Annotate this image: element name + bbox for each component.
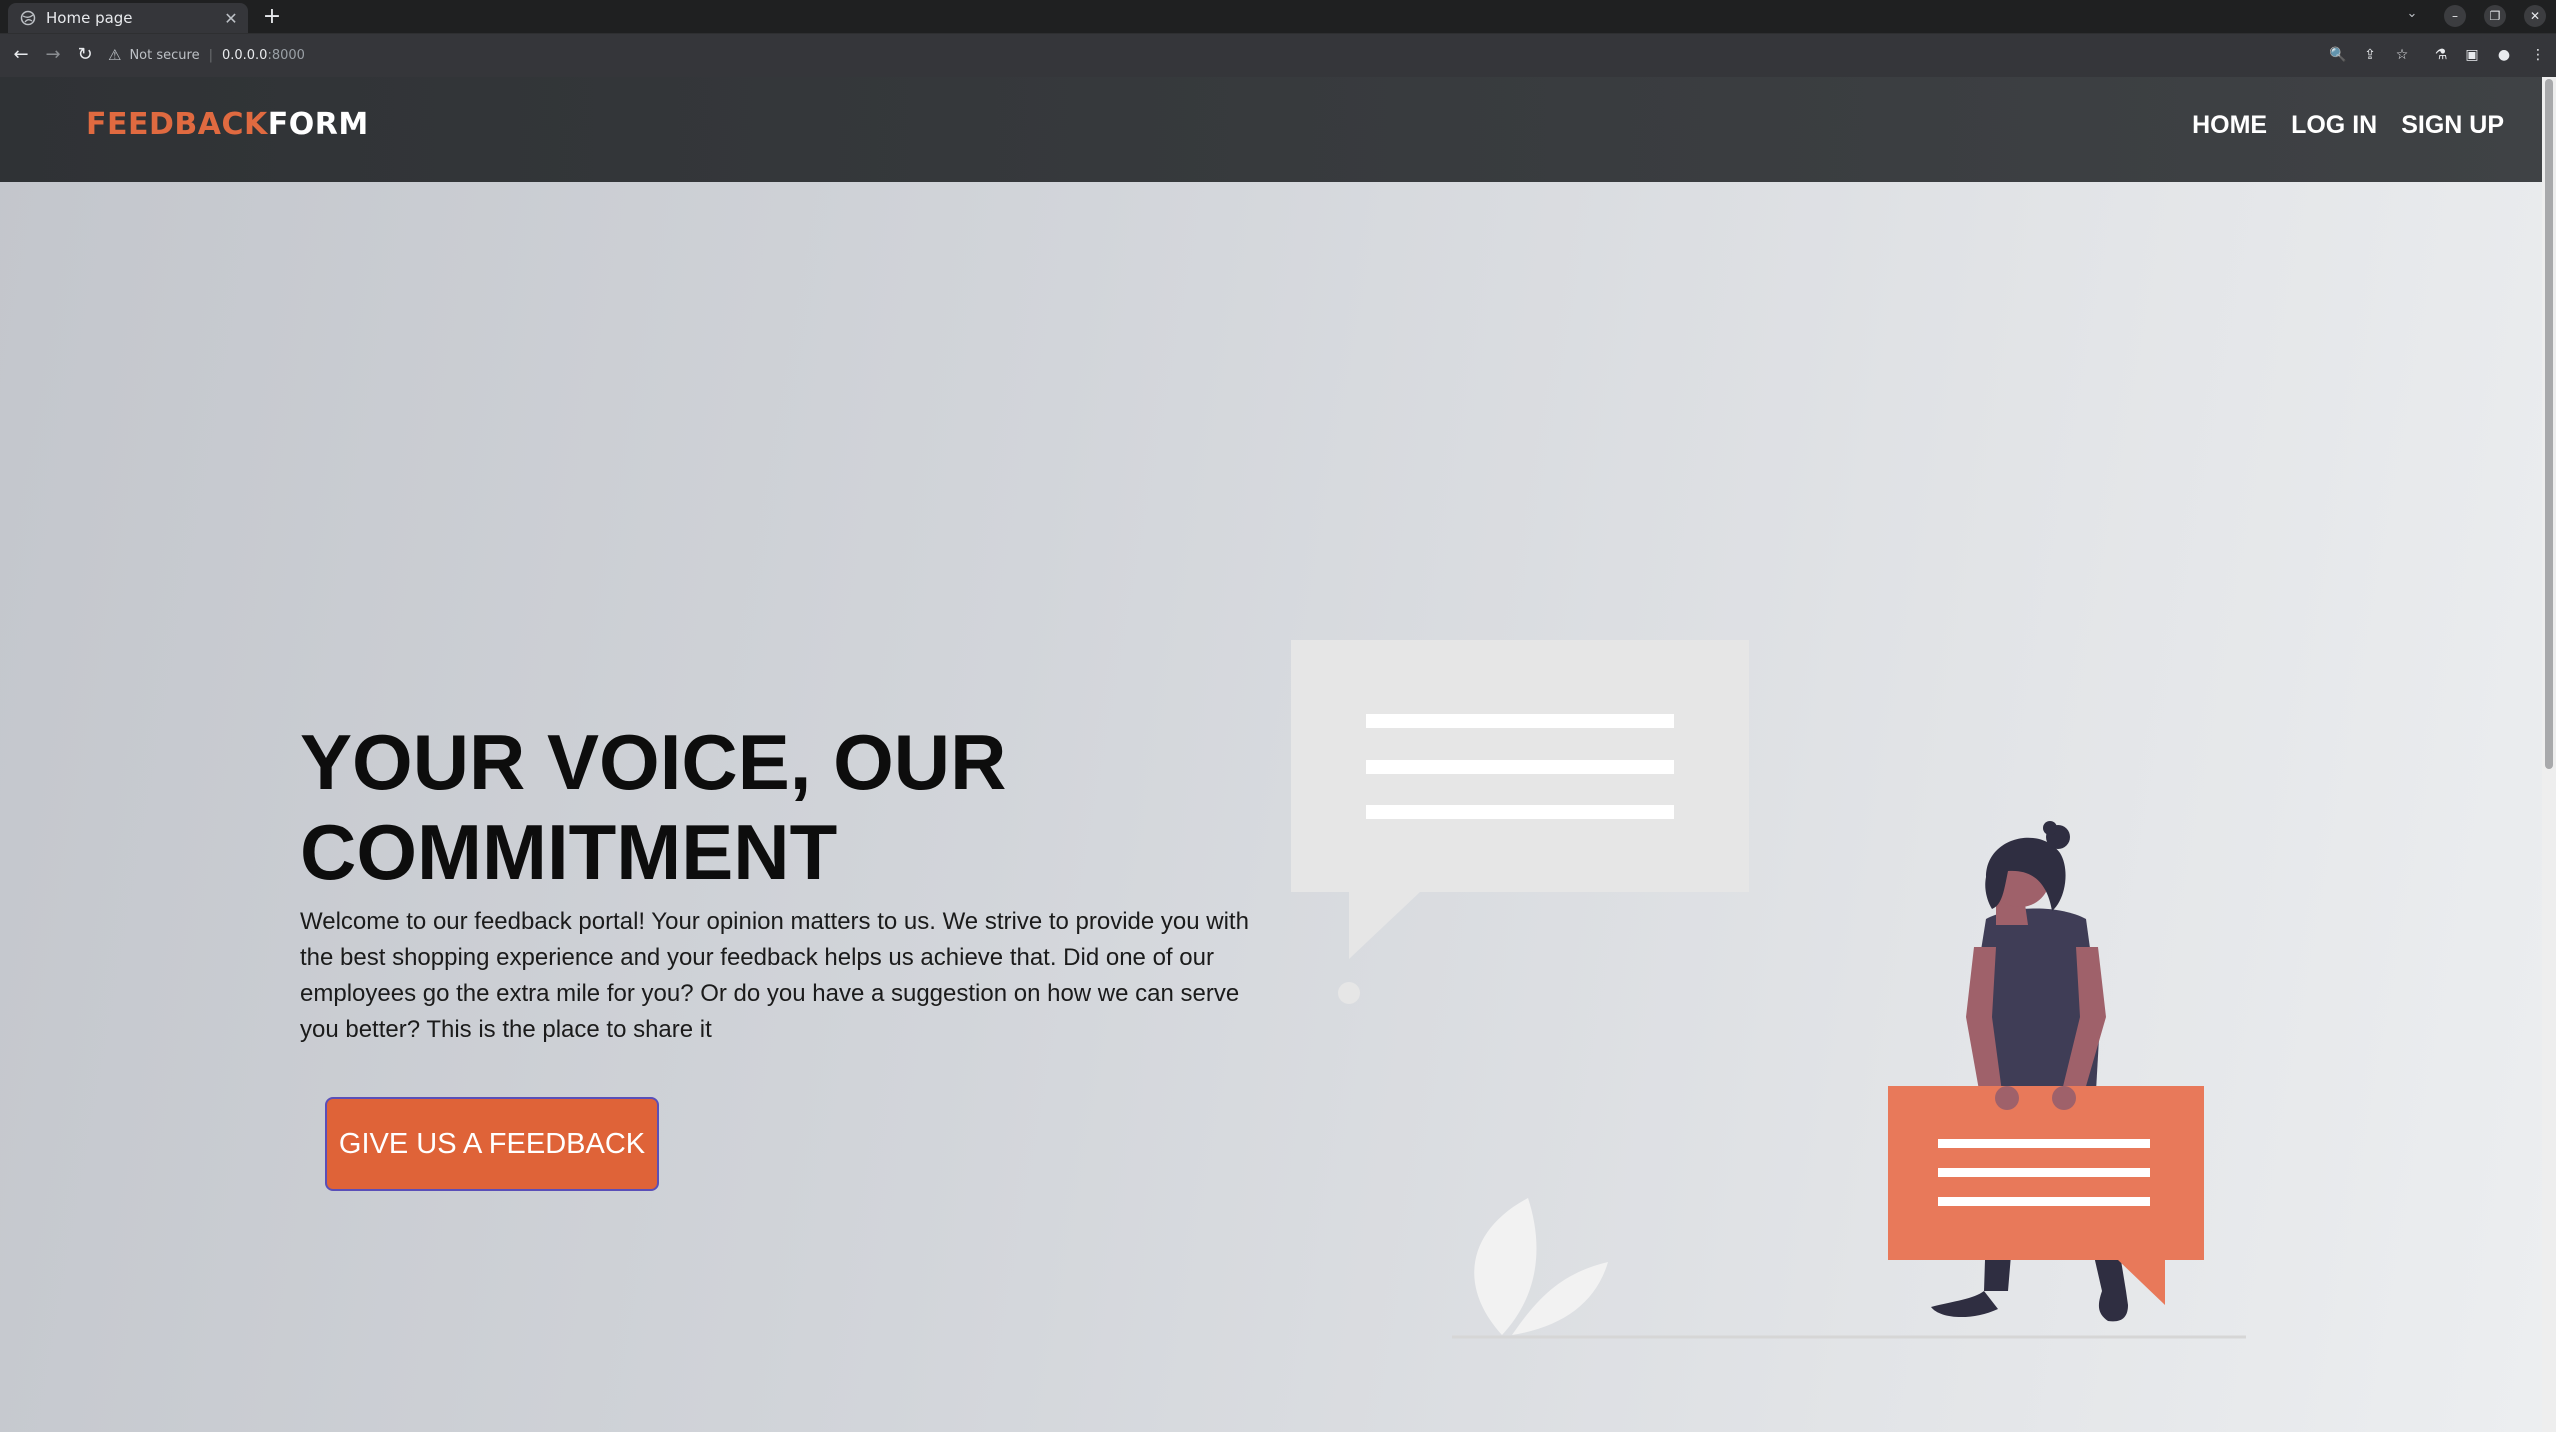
tab-close-icon[interactable]: ✕ <box>218 9 244 28</box>
brand-logo[interactable]: FEEDBACKFORM <box>86 107 369 142</box>
nav-home[interactable]: HOME <box>2192 111 2267 140</box>
omnibox-separator: | <box>208 47 213 63</box>
browser-toolbar: ← → ↻ ⚠ Not secure | 0.0.0.0:8000 🔍 ⇪ ☆ … <box>0 34 2556 77</box>
orange-sign-icon <box>1888 1086 2204 1305</box>
profile-icon[interactable]: ● <box>2493 44 2515 66</box>
extension-icon[interactable]: ⚗ <box>2430 44 2452 66</box>
address-bar[interactable]: ⚠ Not secure | 0.0.0.0:8000 <box>108 38 2318 72</box>
gray-speech-bubble-icon <box>1291 640 1749 1004</box>
browser-tab[interactable]: Home page ✕ <box>8 3 248 33</box>
nav-signup[interactable]: SIGN UP <box>2401 111 2504 140</box>
reload-icon[interactable]: ↻ <box>72 42 98 68</box>
menu-icon[interactable]: ⋮ <box>2527 44 2549 66</box>
page-viewport: FEEDBACKFORM HOME LOG IN SIGN UP YOUR VO… <box>0 77 2542 1432</box>
page-scrollbar[interactable] <box>2542 77 2556 1432</box>
new-tab-icon[interactable]: + <box>258 4 286 30</box>
hero-title: YOUR VOICE, OUR COMMITMENT <box>300 718 1007 896</box>
nav-links: HOME LOG IN SIGN UP <box>2192 111 2504 140</box>
warning-icon[interactable]: ⚠ <box>108 46 121 64</box>
leaf-icon <box>1474 1198 1608 1335</box>
star-icon[interactable]: ☆ <box>2391 44 2413 66</box>
browser-tab-strip: Home page ✕ + ⌄ – ❐ ✕ <box>0 0 2556 34</box>
share-icon[interactable]: ⇪ <box>2359 44 2381 66</box>
restore-icon[interactable]: ❐ <box>2484 5 2506 27</box>
site-navbar: FEEDBACKFORM HOME LOG IN SIGN UP <box>0 77 2542 182</box>
nav-login[interactable]: LOG IN <box>2291 111 2377 140</box>
brand-part-form: FORM <box>267 107 369 142</box>
tab-title: Home page <box>46 9 133 27</box>
brand-part-feedback: FEEDBACK <box>86 107 268 142</box>
give-feedback-button[interactable]: GIVE US A FEEDBACK <box>325 1097 659 1191</box>
tab-search-icon[interactable]: ⌄ <box>2400 6 2424 28</box>
globe-icon <box>20 10 36 26</box>
feedback-illustration <box>1291 640 2246 1339</box>
back-icon[interactable]: ← <box>8 42 34 68</box>
url-host[interactable]: 0.0.0.0 <box>222 48 267 63</box>
url-port[interactable]: :8000 <box>267 48 304 63</box>
sidebar-icon[interactable]: ▣ <box>2461 44 2483 66</box>
close-window-icon[interactable]: ✕ <box>2524 5 2546 27</box>
minimize-icon[interactable]: – <box>2444 5 2466 27</box>
hero-description: Welcome to our feedback portal! Your opi… <box>300 908 1249 1043</box>
forward-icon[interactable]: → <box>40 42 66 68</box>
scrollbar-thumb[interactable] <box>2545 79 2553 769</box>
zoom-icon[interactable]: 🔍 <box>2327 44 2349 66</box>
security-label[interactable]: Not secure <box>129 48 199 63</box>
